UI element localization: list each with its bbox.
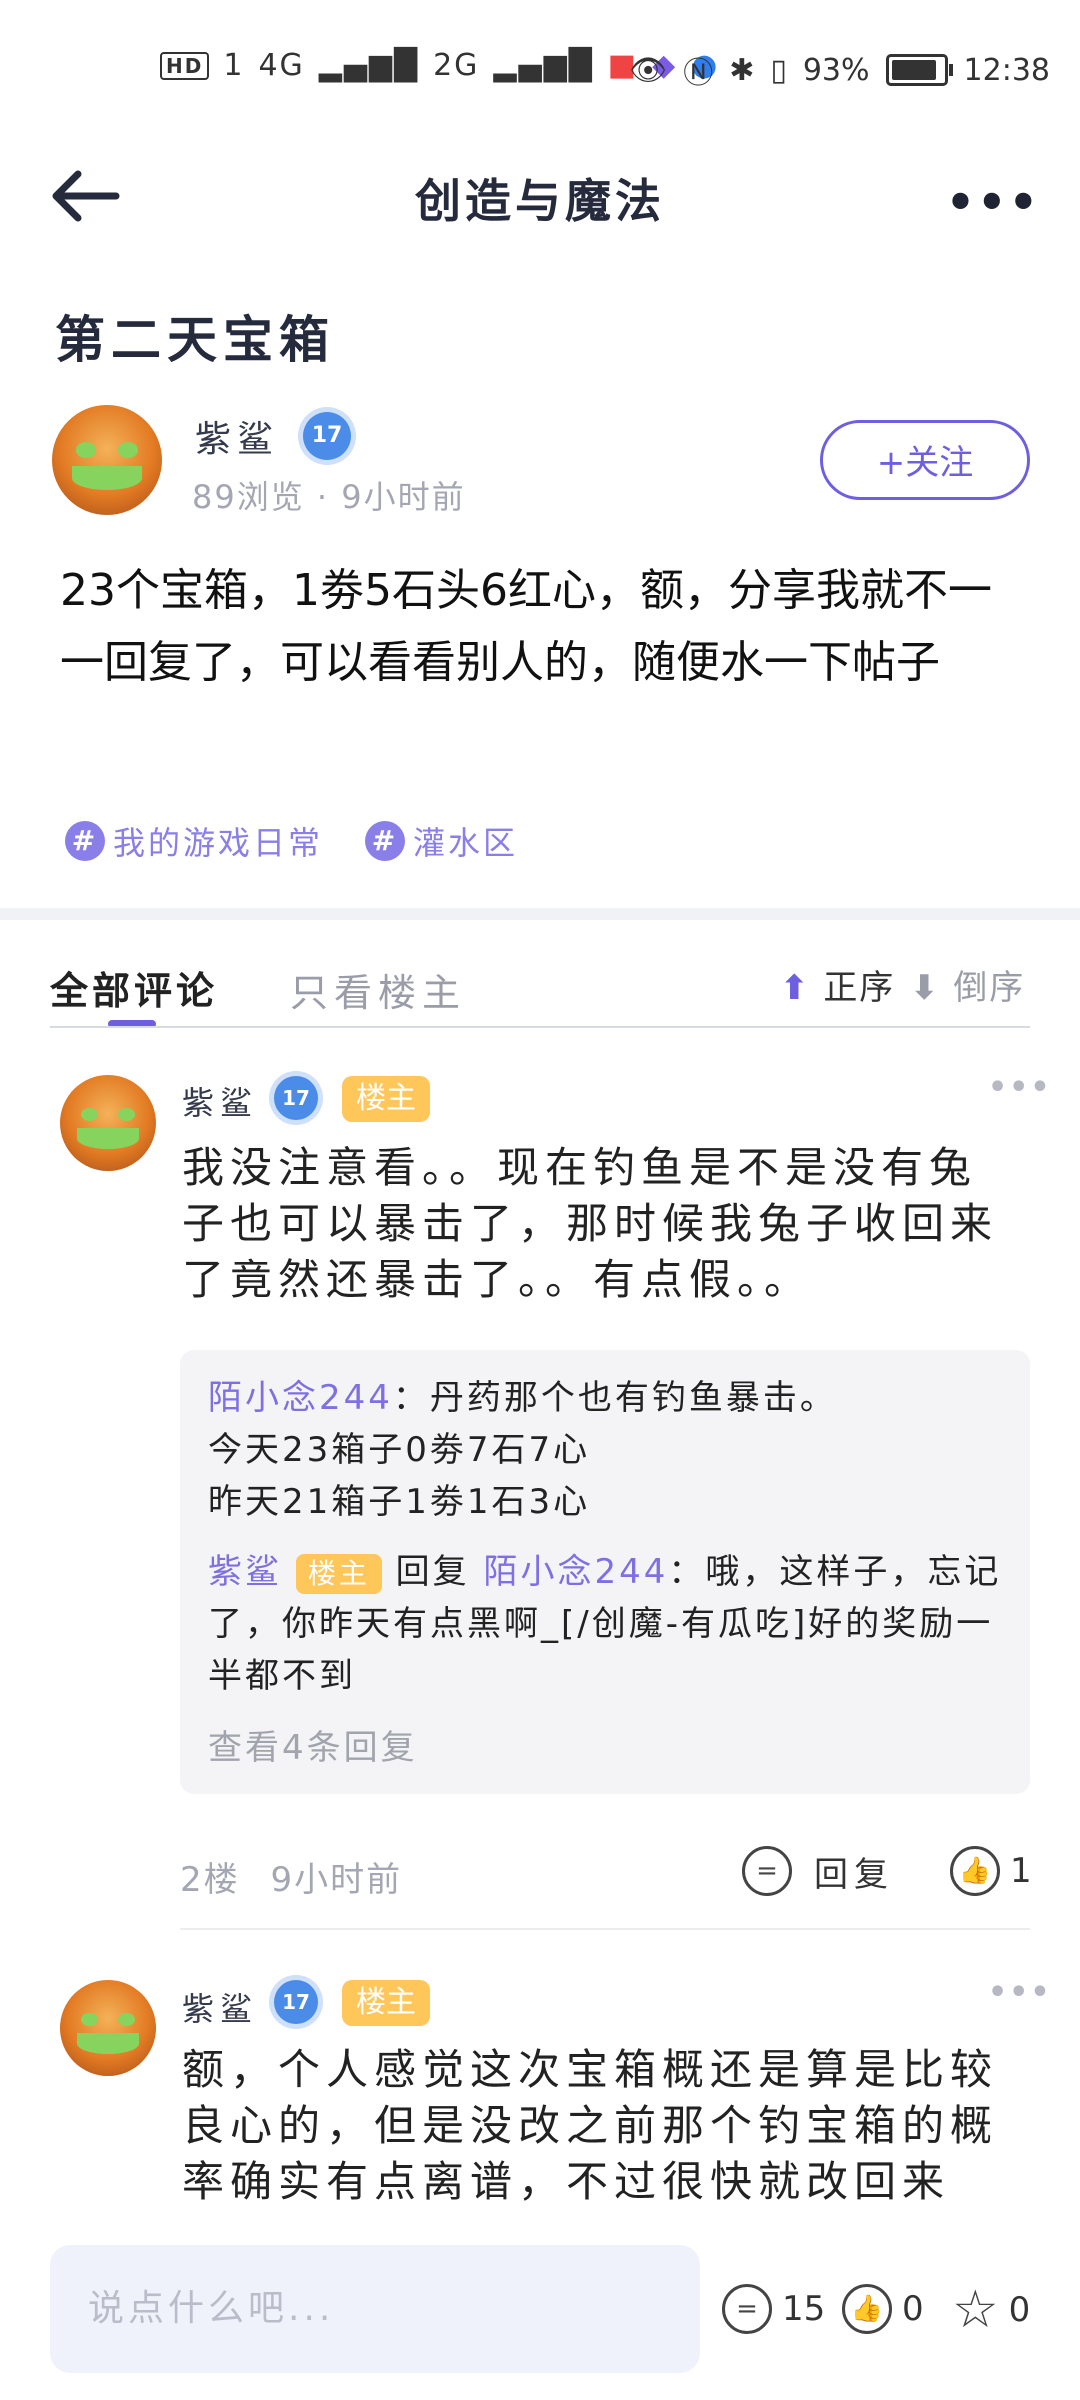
tab-all-comments[interactable]: 全部评论 <box>50 960 218 1015</box>
level-badge: 17 <box>303 412 351 460</box>
comment-author[interactable]: 紫鲨 <box>182 1984 258 2030</box>
author-avatar[interactable] <box>52 405 162 515</box>
nfc-icon: Ⓝ <box>683 56 714 91</box>
reply-target[interactable]: 陌小念244 <box>483 1552 668 1592</box>
clock: 12:38 <box>963 52 1050 88</box>
page-title: 创造与魔法 <box>415 174 665 228</box>
comment-avatar[interactable] <box>60 1980 156 2076</box>
bluetooth-icon: ✱ <box>729 52 755 88</box>
comment-icon: = <box>742 1846 792 1896</box>
reply-user[interactable]: 紫鲨 <box>208 1552 282 1592</box>
signal-4g: 4G <box>258 48 305 83</box>
sort-asc-button[interactable]: ⬆ 正序 <box>780 960 895 1009</box>
more-options-icon[interactable]: ••• <box>946 175 1040 229</box>
eye-icon: 👁 <box>629 52 668 88</box>
status-right: 👁 Ⓝ ✱ ▯ 93% 12:38 <box>629 48 1050 92</box>
comment-divider <box>180 1928 1030 1930</box>
post-time: 9小时前 <box>341 478 466 516</box>
reply-user[interactable]: 陌小念244 <box>208 1378 393 1418</box>
signal-2g: 2G <box>433 48 480 83</box>
follow-button[interactable]: +关注 <box>820 420 1030 500</box>
views-count: 89浏览 <box>192 478 305 516</box>
hashtag-icon: # <box>65 821 105 861</box>
reply-item[interactable]: 陌小念244：丹药那个也有钓鱼暴击。 今天23箱子0劵7石7心 昨天21箱子1劵… <box>208 1372 1008 1528</box>
reply-button[interactable]: = 回复 <box>742 1846 894 1896</box>
level-badge: 17 <box>274 1980 318 2024</box>
comment-input[interactable]: 说点什么吧... <box>50 2245 700 2373</box>
signal-bars-icon: ▂▄▆█ <box>493 48 594 83</box>
author-name[interactable]: 紫鲨 <box>195 410 279 462</box>
post-meta: 89浏览 · 9小时前 <box>192 478 466 516</box>
vibrate-icon: ▯ <box>770 52 787 88</box>
comment-author[interactable]: 紫鲨 <box>182 1078 258 1124</box>
tag-my-game-daily[interactable]: # 我的游戏日常 <box>65 818 323 864</box>
signal-bars-icon: ▂▄▆█ <box>318 48 420 83</box>
status-bar: HD 1 4G ▂▄▆█ 2G ▂▄▆█ ■ ◆ ● 👁 Ⓝ ✱ ▯ 93% 1… <box>0 0 1080 130</box>
battery-percent: 93% <box>802 52 870 88</box>
like-button[interactable]: 👍 1 <box>950 1846 1032 1896</box>
comment-icon: = <box>722 2284 772 2334</box>
thumbs-up-icon: 👍 <box>842 2284 892 2334</box>
reply-item[interactable]: 紫鲨 楼主 回复 陌小念244：哦，这样子，忘记了，你昨天有点黑啊_[/创魔-有… <box>208 1546 1008 1702</box>
post-content: 23个宝箱，1劵5石头6红心，额，分享我就不一一回复了，可以看看别人的，随便水一… <box>60 565 992 688</box>
comment-text: 我没注意看。。现在钓鱼是不是没有兔子也可以暴击了，那时候我兔子收回来了竟然还暴击… <box>182 1143 999 1304</box>
reply-box: 陌小念244：丹药那个也有钓鱼暴击。 今天23箱子0劵7石7心 昨天21箱子1劵… <box>180 1350 1030 1794</box>
view-more-replies[interactable]: 查看4条回复 <box>208 1722 418 1774</box>
like-count-button[interactable]: 👍 0 <box>842 2284 924 2334</box>
comment-floor: 2楼 9小时前 <box>180 1860 403 1900</box>
section-divider <box>0 908 1080 920</box>
post-title: 第二天宝箱 <box>55 311 335 369</box>
thumbs-up-icon: 👍 <box>950 1846 1000 1896</box>
arrow-up-icon: ⬆ <box>780 968 811 1008</box>
comments-count-button[interactable]: = 15 <box>722 2284 825 2334</box>
star-icon: ☆ <box>952 2280 999 2340</box>
battery-icon <box>885 54 953 86</box>
op-badge: 楼主 <box>295 1553 382 1594</box>
tag-label: 我的游戏日常 <box>113 824 324 862</box>
tag-label: 灌水区 <box>413 824 519 862</box>
hashtag-icon: # <box>365 821 405 861</box>
op-badge: 楼主 <box>342 1076 430 1122</box>
comment-more-icon[interactable]: ••• <box>988 1975 1052 2010</box>
sim-indicator: 1 <box>223 48 245 83</box>
comment-text: 额，个人感觉这次宝箱概还是算是比较良心的，但是没改之前那个钓宝箱的概率确实有点离… <box>182 2045 999 2206</box>
comment-avatar[interactable] <box>60 1075 156 1171</box>
level-badge: 17 <box>274 1076 318 1120</box>
comment-more-icon[interactable]: ••• <box>988 1070 1052 1105</box>
hd-indicator: HD <box>160 51 210 80</box>
tag-water-area[interactable]: # 灌水区 <box>365 818 518 864</box>
arrow-down-icon: ⬇ <box>910 968 941 1008</box>
op-badge: 楼主 <box>342 1980 430 2026</box>
favorite-button[interactable]: ☆ 0 <box>952 2280 1030 2340</box>
tabs-baseline <box>50 1026 1030 1028</box>
sort-desc-button[interactable]: ⬇ 倒序 <box>910 960 1025 1009</box>
tab-op-only[interactable]: 只看楼主 <box>290 962 466 1017</box>
